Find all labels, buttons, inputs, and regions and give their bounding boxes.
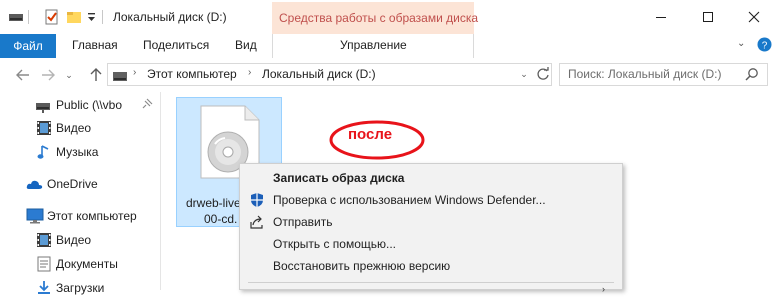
back-arrow-icon <box>16 69 29 81</box>
forward-arrow-icon <box>42 69 55 81</box>
nav-label: OneDrive <box>47 177 98 191</box>
help-icon[interactable]: ? <box>757 37 772 52</box>
chevron-right-icon[interactable]: › <box>133 67 136 78</box>
recent-locations-button[interactable]: ⌄ <box>62 64 76 86</box>
video-icon <box>36 232 52 248</box>
quick-access-separator <box>28 10 29 24</box>
tab-file[interactable]: Файл <box>0 34 56 58</box>
up-arrow-icon <box>90 68 102 81</box>
title-separator <box>102 10 103 24</box>
pin-icon[interactable] <box>141 98 153 110</box>
search-icon <box>745 67 759 81</box>
nav-label: Музыка <box>56 145 99 159</box>
tab-share[interactable]: Поделиться <box>143 38 209 52</box>
menu-label: Восстановить прежнюю версию <box>273 259 451 273</box>
nav-label: Загрузки <box>56 281 105 295</box>
music-icon <box>36 144 52 160</box>
computer-icon <box>26 208 44 224</box>
ribbon-expand-icon[interactable]: ⌄ <box>737 38 749 52</box>
file-name-line2: 00-cd. <box>204 212 238 226</box>
search-input[interactable]: Поиск: Локальный диск (D:) <box>568 67 721 81</box>
address-dropdown-icon[interactable]: ⌄ <box>516 66 532 82</box>
forward-button[interactable] <box>37 64 59 86</box>
video-icon <box>36 120 52 136</box>
breadcrumb-this-pc[interactable]: Этот компьютер <box>147 67 237 81</box>
properties-icon[interactable] <box>44 9 60 25</box>
downloads-icon <box>36 280 52 296</box>
menu-label: Открыть с помощью... <box>273 237 397 251</box>
tab-view[interactable]: Вид <box>235 38 257 52</box>
nav-label: Этот компьютер <box>47 209 137 223</box>
nav-label: Видео <box>56 233 92 247</box>
menu-separator <box>248 282 614 283</box>
share-icon <box>249 214 265 230</box>
window-title: Локальный диск (D:) <box>113 10 227 24</box>
refresh-icon <box>537 67 549 80</box>
onedrive-icon <box>26 177 43 193</box>
submenu-arrow-icon: › <box>602 284 605 294</box>
menu-label: Проверка с использованием Windows Defend… <box>273 193 546 207</box>
minimize-button[interactable] <box>637 0 685 34</box>
nav-label: Public (\\vbo <box>56 98 123 112</box>
back-button[interactable] <box>12 64 34 86</box>
menu-label: Отправить <box>273 215 333 229</box>
drive-icon <box>8 9 24 25</box>
defender-icon <box>249 192 265 208</box>
minimize-icon <box>656 17 666 18</box>
chevron-down-icon: ⌄ <box>65 69 73 80</box>
menu-label: Записать образ диска <box>273 171 405 185</box>
tab-home[interactable]: Главная <box>72 38 118 52</box>
close-icon <box>748 11 760 23</box>
close-button[interactable] <box>730 0 778 34</box>
svg-text:?: ? <box>762 41 768 52</box>
new-folder-icon[interactable] <box>66 9 82 25</box>
maximize-button[interactable] <box>684 0 732 34</box>
refresh-button[interactable] <box>534 65 552 83</box>
pane-divider[interactable] <box>160 92 161 290</box>
annotation-text: после <box>348 126 393 143</box>
documents-icon <box>36 256 52 272</box>
maximize-icon <box>703 12 713 22</box>
up-button[interactable] <box>85 64 107 86</box>
nav-label: Документы <box>56 257 118 271</box>
breadcrumb-local-disk[interactable]: Локальный диск (D:) <box>262 67 376 81</box>
contextual-group-title: Средства работы с образами диска <box>279 11 479 25</box>
customize-toolbar-icon[interactable] <box>87 10 97 24</box>
drive-icon <box>113 70 127 81</box>
tab-manage[interactable]: Управление <box>340 38 407 52</box>
chevron-right-icon[interactable]: › <box>248 67 251 78</box>
nav-label: Видео <box>56 121 92 135</box>
vertical-scrollbar[interactable] <box>769 92 778 290</box>
drive-icon <box>35 98 51 114</box>
file-name-line1: drweb-live <box>186 196 241 210</box>
